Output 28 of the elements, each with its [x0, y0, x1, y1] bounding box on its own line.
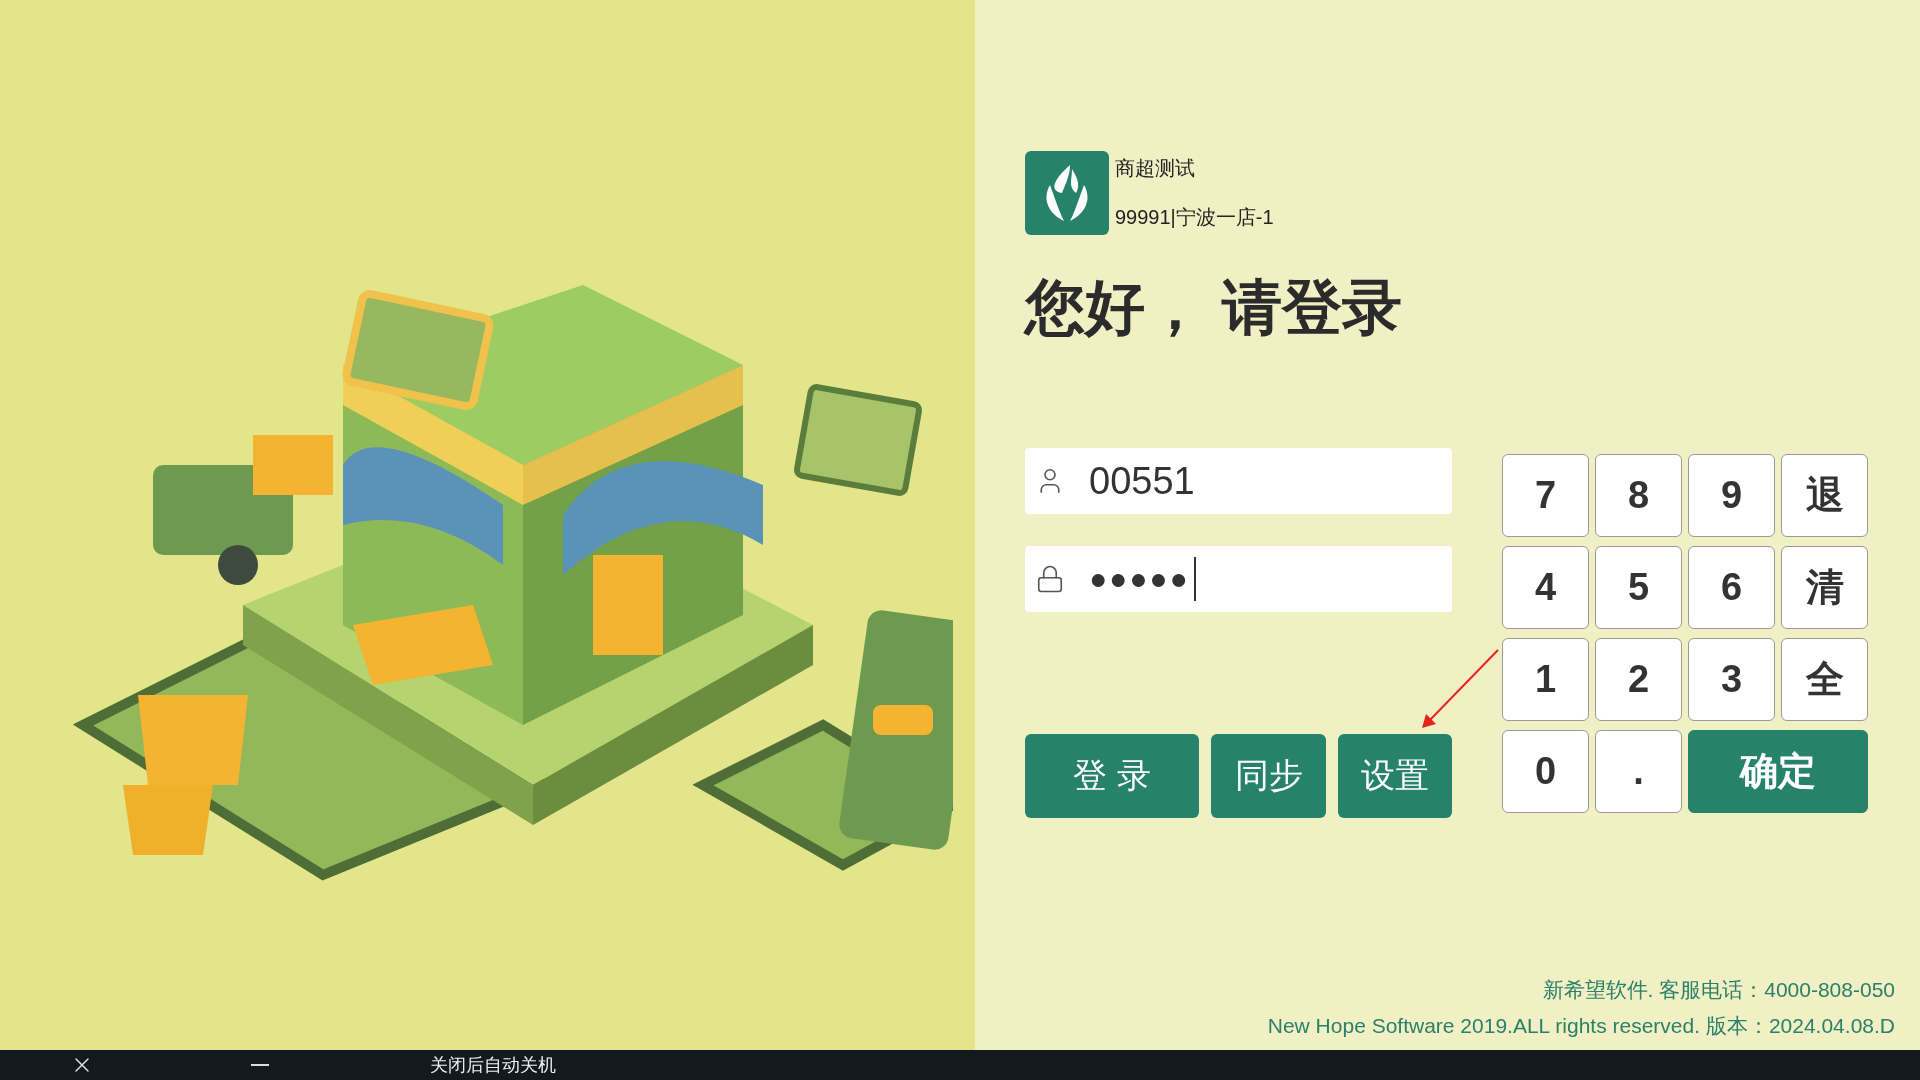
footer-text: 新希望软件. 客服电话：4000-808-050 [1542, 977, 1895, 1003]
username-field[interactable]: 00551 [1025, 448, 1452, 514]
keypad-key[interactable]: . [1595, 730, 1682, 813]
keypad-key[interactable]: 4 [1502, 546, 1589, 629]
keypad-key[interactable]: 8 [1595, 454, 1682, 537]
action-button[interactable]: 登 录 [1025, 734, 1199, 818]
keypad-key[interactable]: 7 [1502, 454, 1589, 537]
password-value: ●●●●● [1089, 562, 1190, 596]
keypad-key[interactable]: 0 [1502, 730, 1589, 813]
keypad-key[interactable]: 1 [1502, 638, 1589, 721]
action-button[interactable]: 同步 [1211, 734, 1326, 818]
keypad-key[interactable]: 5 [1595, 546, 1682, 629]
username-value: 00551 [1089, 459, 1195, 503]
greeting-heading: 您好， 请登录 [1025, 273, 1403, 343]
keypad-key[interactable]: 全 [1781, 638, 1868, 721]
keypad-key[interactable]: 退 [1781, 454, 1868, 537]
password-field[interactable]: ●●●●● [1025, 546, 1452, 612]
keypad-key[interactable]: 6 [1688, 546, 1775, 629]
keypad-key[interactable]: 9 [1688, 454, 1775, 537]
store-name: 商超测试 [1115, 156, 1196, 181]
keypad-key[interactable]: 2 [1595, 638, 1682, 721]
keypad-key[interactable]: 清 [1781, 546, 1868, 629]
action-button[interactable]: 设置 [1338, 734, 1452, 818]
confirm-key[interactable]: 确定 [1688, 730, 1868, 813]
footer-text: New Hope Software 2019.ALL rights reserved. 版本：2024.04.08.D [1267, 1013, 1895, 1039]
keypad-key[interactable]: 3 [1688, 638, 1775, 721]
store-branch: 99991|宁波一店-1 [1115, 205, 1274, 230]
status-text: 关闭后自动关机 [430, 1054, 556, 1077]
